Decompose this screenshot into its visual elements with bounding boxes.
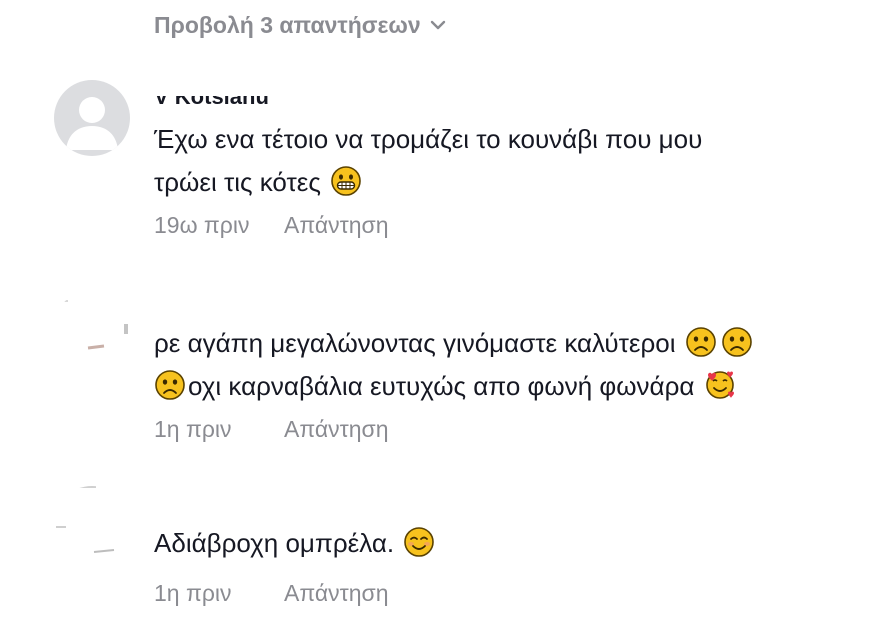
- comment-text-line: Αδιάβροχη ομπρέλα.: [154, 528, 395, 558]
- smiling-face-with-hearts-icon: [705, 371, 734, 399]
- frowning-face-icon: [685, 327, 716, 357]
- avatar[interactable]: [54, 290, 130, 366]
- blurred-avatar-icon: [62, 300, 128, 350]
- frowning-face-icon: [155, 370, 185, 400]
- comment-text: ρε αγάπη μεγαλώνοντας γινόμαστε καλύτερο…: [154, 322, 864, 408]
- blurred-avatar-icon: [56, 486, 115, 553]
- comment-text: Έχω ενα τέτοιο να τρομάζει το κουνάβι πο…: [154, 118, 864, 204]
- comment-meta: 19ω πριν Απάντηση: [154, 212, 389, 239]
- comment-text: Αδιάβροχη ομπρέλα.: [154, 522, 864, 565]
- comment-timestamp: 1η πριν: [154, 416, 232, 442]
- reply-button[interactable]: Απάντηση: [284, 416, 389, 443]
- comment-text-line: οχι καρναβάλια ευτυχώς απο φωνή φωνάρα: [188, 371, 695, 401]
- chevron-down-icon: [430, 20, 445, 30]
- avatar[interactable]: [54, 486, 130, 562]
- smiling-face-icon: [404, 527, 435, 557]
- comment-username[interactable]: V Kotsianu: [154, 96, 269, 110]
- reply-button[interactable]: Απάντηση: [284, 580, 389, 607]
- default-avatar-icon: [66, 97, 118, 150]
- avatar[interactable]: [54, 80, 130, 156]
- comment-meta: 1η πριν Απάντηση: [154, 580, 389, 607]
- comment-text-line: τρώει τις κότες: [154, 167, 321, 197]
- comment-timestamp: 1η πριν: [154, 580, 232, 606]
- view-replies-label: Προβολή 3 απαντήσεων: [154, 11, 421, 38]
- reply-button[interactable]: Απάντηση: [284, 212, 389, 239]
- frowning-face-icon: [721, 327, 752, 357]
- grinning-face-icon: [331, 166, 361, 196]
- comment-meta: 1η πριν Απάντηση: [154, 416, 389, 443]
- comment-timestamp: 19ω πριν: [154, 212, 250, 238]
- comment-text-line: Έχω ενα τέτοιο να τρομάζει το κουνάβι πο…: [154, 124, 703, 154]
- comment-text-line: ρε αγάπη μεγαλώνοντας γινόμαστε καλύτερο…: [154, 328, 676, 358]
- view-replies-button[interactable]: Προβολή 3 απαντήσεων: [154, 8, 447, 42]
